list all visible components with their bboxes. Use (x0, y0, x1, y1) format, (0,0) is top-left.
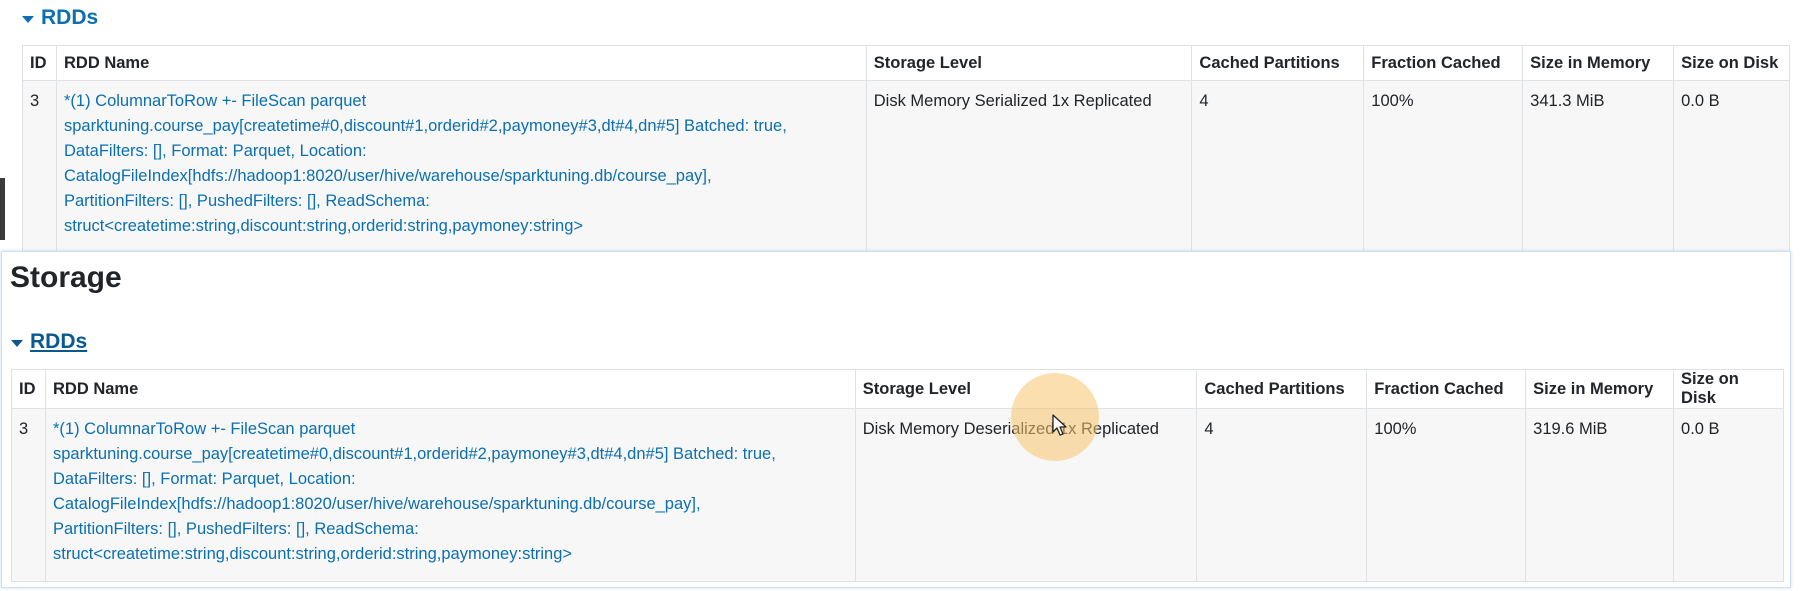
rdd-id: 3 (22, 80, 57, 254)
caret-down-icon (11, 339, 23, 347)
column-header-rdd-name[interactable]: RDD Name (44, 369, 856, 409)
rdd-name-line: sparktuning.course_pay[createtime#0,disc… (52, 445, 776, 463)
cached-partitions: 4 (1191, 80, 1365, 254)
column-header-cached-partitions[interactable]: Cached Partitions (1196, 369, 1368, 409)
rdd-table-bottom: ID RDD Name Storage Level Cached Partiti… (11, 369, 1784, 582)
rdd-name-cell: *(1) ColumnarToRow +- FileScan parquet s… (55, 80, 867, 254)
column-header-rdd-name[interactable]: RDD Name (55, 45, 867, 81)
size-in-memory: 341.3 MiB (1522, 80, 1675, 254)
rdd-name-link[interactable]: *(1) ColumnarToRow +- FileScan parquet s… (64, 92, 787, 235)
rdd-name-line: DataFilters: [], Format: Parquet, Locati… (63, 142, 367, 160)
column-header-size-on-disk[interactable]: Size on Disk (1673, 369, 1784, 409)
rdds-toggle-top[interactable]: RDDs (22, 6, 98, 30)
column-header-fraction-cached[interactable]: Fraction Cached (1366, 369, 1527, 409)
spark-storage-page: RDDs ID RDD Name Storage Level Cached Pa… (0, 0, 1802, 591)
rdd-name-line: PartitionFilters: [], PushedFilters: [],… (63, 192, 430, 210)
column-header-id[interactable]: ID (22, 45, 57, 81)
rdd-name-line: struct<createtime:string,discount:string… (63, 217, 584, 235)
size-on-disk: 0.0 B (1673, 408, 1784, 582)
size-in-memory: 319.6 MiB (1525, 408, 1675, 582)
rdd-name-line: struct<createtime:string,discount:string… (52, 545, 573, 563)
rdd-name-line: sparktuning.course_pay[createtime#0,disc… (63, 117, 787, 135)
rdd-name-line: *(1) ColumnarToRow +- FileScan parquet (63, 92, 367, 110)
storage-level: Disk Memory Serialized 1x Replicated (865, 80, 1193, 254)
table-header-row: ID RDD Name Storage Level Cached Partiti… (11, 369, 1784, 409)
rdd-table-top: ID RDD Name Storage Level Cached Partiti… (22, 45, 1790, 254)
column-header-size-on-disk[interactable]: Size on Disk (1673, 45, 1790, 81)
column-header-storage-level[interactable]: Storage Level (865, 45, 1193, 81)
rdd-name-cell: *(1) ColumnarToRow +- FileScan parquet s… (44, 408, 856, 582)
rdd-name-line: DataFilters: [], Format: Parquet, Locati… (52, 470, 356, 488)
column-header-cached-partitions[interactable]: Cached Partitions (1191, 45, 1365, 81)
window-edge-bar (0, 178, 5, 240)
fraction-cached: 100% (1363, 80, 1524, 254)
column-header-id[interactable]: ID (11, 369, 46, 409)
rdd-name-line: *(1) ColumnarToRow +- FileScan parquet (52, 420, 356, 438)
column-header-size-in-memory[interactable]: Size in Memory (1525, 369, 1675, 409)
column-header-size-in-memory[interactable]: Size in Memory (1522, 45, 1675, 81)
fraction-cached: 100% (1366, 408, 1527, 582)
table-header-row: ID RDD Name Storage Level Cached Partiti… (22, 45, 1790, 81)
rdd-name-line: CatalogFileIndex[hdfs://hadoop1:8020/use… (63, 167, 712, 185)
rdds-toggle-label: RDDs (30, 330, 88, 353)
size-on-disk: 0.0 B (1673, 80, 1790, 254)
rdd-name-link[interactable]: *(1) ColumnarToRow +- FileScan parquet s… (53, 420, 776, 563)
rdd-id: 3 (11, 408, 46, 582)
table-row: 3 *(1) ColumnarToRow +- FileScan parquet… (11, 408, 1784, 582)
cached-partitions: 4 (1196, 408, 1368, 582)
rdd-name-line: CatalogFileIndex[hdfs://hadoop1:8020/use… (52, 495, 701, 513)
page-title: Storage (10, 261, 122, 294)
rdds-toggle-label: RDDs (41, 6, 99, 29)
rdd-name-line: PartitionFilters: [], PushedFilters: [],… (52, 520, 419, 538)
rdds-toggle-bottom[interactable]: RDDs (11, 330, 87, 354)
table-row: 3 *(1) ColumnarToRow +- FileScan parquet… (22, 80, 1790, 254)
column-header-fraction-cached[interactable]: Fraction Cached (1363, 45, 1524, 81)
mouse-pointer-icon (1052, 414, 1067, 436)
caret-down-icon (22, 15, 34, 23)
